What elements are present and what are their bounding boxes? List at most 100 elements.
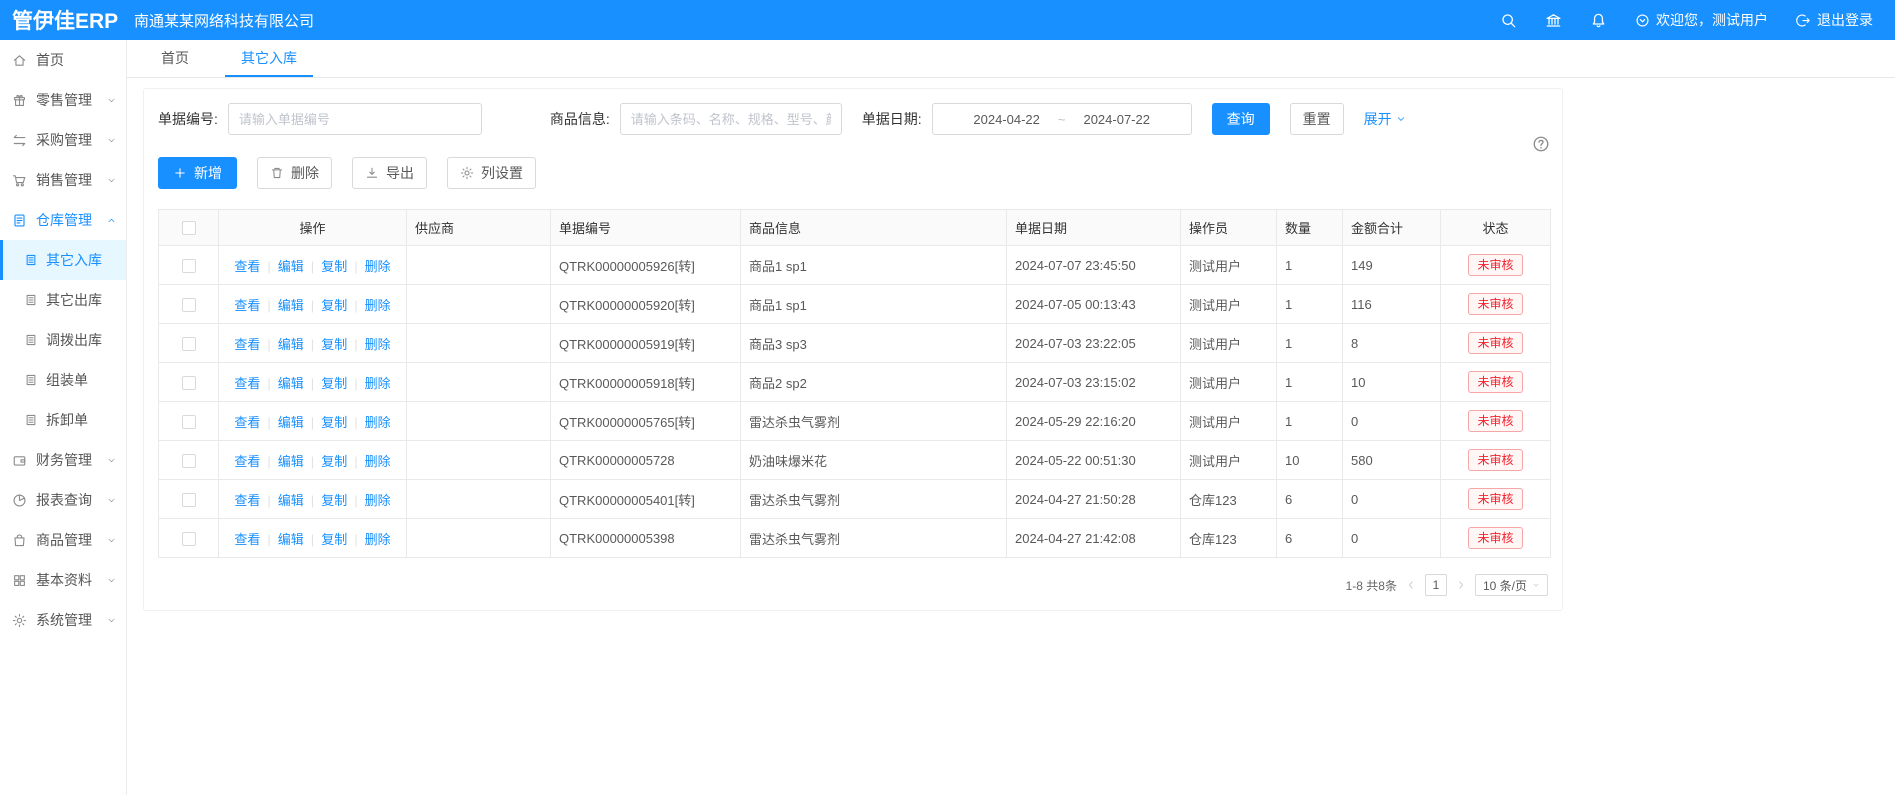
sidebar-item-retail[interactable]: 零售管理 [0, 80, 126, 120]
sidebar-subitem-transfer-outbound[interactable]: 调拨出库 [0, 320, 126, 360]
sidebar-item-home[interactable]: 首页 [0, 40, 126, 80]
table-row: 查看|编辑|复制|删除QTRK00000005918[转]商品2 sp22024… [159, 363, 1551, 402]
view-link[interactable]: 查看 [234, 415, 260, 430]
sidebar-subitem-label: 其它出库 [46, 290, 102, 310]
logout-button[interactable]: 退出登录 [1796, 10, 1873, 30]
column-header: 操作 [219, 210, 407, 246]
product-info-label: 商品信息: [550, 109, 610, 129]
date-range-picker[interactable]: 2024-04-22 ~ 2024-07-22 [932, 103, 1192, 135]
bill-no-input[interactable] [228, 103, 482, 135]
doc-icon [24, 253, 38, 267]
sidebar-item-products[interactable]: 商品管理 [0, 520, 126, 560]
amount-cell: 10 [1343, 363, 1441, 402]
bell-icon[interactable] [1590, 12, 1607, 29]
column-header: 金额合计 [1343, 210, 1441, 246]
delete-link[interactable]: 删除 [365, 259, 391, 274]
view-link[interactable]: 查看 [234, 259, 260, 274]
user-circle-icon [1635, 13, 1650, 28]
sidebar-item-purchase[interactable]: 采购管理 [0, 120, 126, 160]
edit-link[interactable]: 编辑 [278, 337, 304, 352]
delete-link[interactable]: 删除 [365, 493, 391, 508]
view-link[interactable]: 查看 [234, 493, 260, 508]
edit-link[interactable]: 编辑 [278, 454, 304, 469]
date-start[interactable]: 2024-04-22 [973, 112, 1040, 127]
date-end[interactable]: 2024-07-22 [1083, 112, 1150, 127]
qty-cell: 1 [1277, 324, 1343, 363]
sidebar-subitem-assembly[interactable]: 组装单 [0, 360, 126, 400]
delete-link[interactable]: 删除 [365, 337, 391, 352]
delete-link[interactable]: 删除 [365, 298, 391, 313]
action-separator: | [311, 493, 314, 508]
delete-link[interactable]: 删除 [365, 532, 391, 547]
user-menu[interactable]: 欢迎您，测试用户 [1635, 10, 1768, 30]
row-checkbox[interactable] [182, 454, 196, 468]
copy-link[interactable]: 复制 [321, 454, 347, 469]
search-icon[interactable] [1500, 12, 1517, 29]
select-all-header [159, 210, 219, 246]
delete-link[interactable]: 删除 [365, 376, 391, 391]
sidebar-item-label: 财务管理 [36, 450, 92, 470]
current-page[interactable]: 1 [1425, 574, 1447, 596]
page-size-select[interactable]: 10 条/页 [1475, 574, 1548, 596]
add-button[interactable]: 新增 [158, 157, 237, 189]
view-link[interactable]: 查看 [234, 454, 260, 469]
product-cell: 商品2 sp2 [741, 363, 1007, 402]
sidebar-item-system[interactable]: 系统管理 [0, 600, 126, 640]
sidebar-item-basic-data[interactable]: 基本资料 [0, 560, 126, 600]
row-checkbox[interactable] [182, 337, 196, 351]
row-checkbox[interactable] [182, 376, 196, 390]
row-select-cell [159, 441, 219, 480]
row-checkbox[interactable] [182, 259, 196, 273]
product-info-input[interactable] [620, 103, 842, 135]
prev-page-button[interactable] [1406, 580, 1416, 590]
row-actions-cell: 查看|编辑|复制|删除 [219, 246, 407, 285]
view-link[interactable]: 查看 [234, 532, 260, 547]
sidebar-item-finance[interactable]: 财务管理 [0, 440, 126, 480]
app-logo[interactable]: 管伊佳ERP [0, 5, 122, 35]
edit-link[interactable]: 编辑 [278, 376, 304, 391]
delete-link[interactable]: 删除 [365, 415, 391, 430]
copy-link[interactable]: 复制 [321, 415, 347, 430]
tab-0[interactable]: 首页 [145, 40, 205, 77]
tab-1[interactable]: 其它入库 [225, 40, 313, 77]
sidebar-subitem-label: 调拨出库 [46, 330, 102, 350]
sidebar-subitem-disassembly[interactable]: 拆卸单 [0, 400, 126, 440]
expand-link[interactable]: 展开 [1364, 109, 1406, 129]
edit-link[interactable]: 编辑 [278, 259, 304, 274]
row-checkbox[interactable] [182, 493, 196, 507]
reset-button[interactable]: 重置 [1290, 103, 1344, 135]
product-cell: 雷达杀虫气雾剂 [741, 519, 1007, 558]
supplier-cell [407, 441, 551, 480]
search-button[interactable]: 查询 [1212, 103, 1270, 135]
view-link[interactable]: 查看 [234, 337, 260, 352]
copy-link[interactable]: 复制 [321, 298, 347, 313]
sidebar-subitem-other-inbound[interactable]: 其它入库 [0, 240, 126, 280]
edit-link[interactable]: 编辑 [278, 415, 304, 430]
export-button[interactable]: 导出 [352, 157, 427, 189]
copy-link[interactable]: 复制 [321, 337, 347, 352]
sidebar-item-reports[interactable]: 报表查询 [0, 480, 126, 520]
data-table-wrap: 操作供应商单据编号商品信息单据日期操作员数量金额合计状态查看|编辑|复制|删除Q… [158, 209, 1548, 558]
bank-icon[interactable] [1545, 12, 1562, 29]
delete-button[interactable]: 删除 [257, 157, 332, 189]
next-page-button[interactable] [1456, 580, 1466, 590]
row-checkbox[interactable] [182, 298, 196, 312]
column-settings-button[interactable]: 列设置 [447, 157, 536, 189]
view-link[interactable]: 查看 [234, 376, 260, 391]
edit-link[interactable]: 编辑 [278, 493, 304, 508]
select-all-checkbox[interactable] [182, 221, 196, 235]
copy-link[interactable]: 复制 [321, 259, 347, 274]
copy-link[interactable]: 复制 [321, 532, 347, 547]
edit-link[interactable]: 编辑 [278, 298, 304, 313]
row-checkbox[interactable] [182, 532, 196, 546]
help-icon[interactable] [1532, 135, 1550, 153]
sidebar-item-warehouse[interactable]: 仓库管理 [0, 200, 126, 240]
row-checkbox[interactable] [182, 415, 196, 429]
sidebar-subitem-other-outbound[interactable]: 其它出库 [0, 280, 126, 320]
edit-link[interactable]: 编辑 [278, 532, 304, 547]
view-link[interactable]: 查看 [234, 298, 260, 313]
copy-link[interactable]: 复制 [321, 376, 347, 391]
sidebar-item-sales[interactable]: 销售管理 [0, 160, 126, 200]
copy-link[interactable]: 复制 [321, 493, 347, 508]
delete-link[interactable]: 删除 [365, 454, 391, 469]
